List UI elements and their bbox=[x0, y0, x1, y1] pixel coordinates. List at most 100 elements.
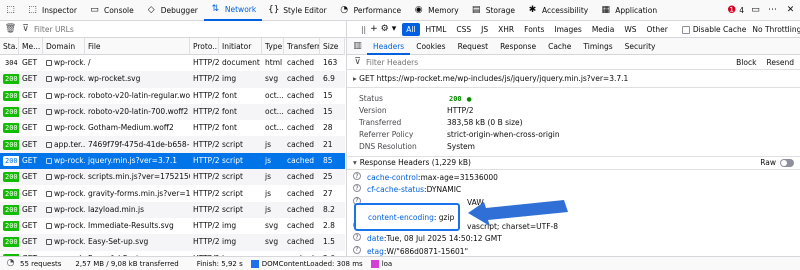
table-row[interactable]: 200GET wp-rock...wp-rocket.svg HTTP/2img sv… bbox=[0, 71, 345, 88]
settings-gear-icon[interactable]: ⚙ bbox=[381, 24, 389, 35]
summary-key: DNS Resolution bbox=[359, 142, 417, 151]
column-header-proto[interactable]: Proto... bbox=[190, 38, 219, 55]
tool-tab-inspector[interactable]: ⬚ Inspector bbox=[21, 0, 83, 21]
column-header-sta[interactable]: Sta... bbox=[0, 38, 19, 55]
response-headers-header[interactable]: ▾ Response Headers (1,229 kB) Raw bbox=[347, 156, 800, 170]
table-row[interactable]: 200GET wp-rock...lazyload.min.js HTTP/2scr… bbox=[0, 201, 345, 218]
overflow-menu-button[interactable]: ⋯ bbox=[764, 0, 781, 21]
type-filter-ws[interactable]: WS bbox=[620, 23, 640, 36]
sidebar-toggle-icon[interactable]: ▥ bbox=[352, 41, 363, 52]
type-filter-media[interactable]: Media bbox=[588, 23, 619, 36]
cell-proto: HTTP/2 bbox=[193, 107, 219, 117]
tool-tab-application[interactable]: ▦ Application bbox=[594, 0, 663, 21]
cell-proto: HTTP/2 bbox=[193, 237, 219, 247]
add-request-icon[interactable]: + bbox=[370, 24, 378, 35]
table-row[interactable]: 200GET wp-rock...Immediate-Results.svg HTT… bbox=[0, 218, 345, 234]
raw-toggle[interactable] bbox=[780, 159, 794, 167]
type-filter-images[interactable]: Images bbox=[550, 23, 585, 36]
tool-tab-memory[interactable]: ◉ Memory bbox=[407, 0, 465, 21]
summary-key: Transferred bbox=[359, 118, 402, 127]
column-header-size[interactable]: Size bbox=[320, 38, 345, 55]
devtools-toolbar: ⬚ ⬚ Inspector ▭ Console ◇ Debugger ⇅ Network{} S… bbox=[0, 0, 800, 21]
cell-proto: HTTP/2 bbox=[193, 188, 219, 198]
cell-type: oct... bbox=[265, 107, 284, 117]
type-filter-xhr[interactable]: XHR bbox=[494, 23, 518, 36]
url-filter-input[interactable] bbox=[34, 24, 314, 34]
cell-proto: HTTP/2 bbox=[193, 58, 219, 68]
cell-initiator: script bbox=[222, 139, 243, 149]
cell-size: 85 bbox=[323, 155, 333, 165]
status-badge: 200 bbox=[3, 172, 19, 183]
tab-cookies[interactable]: Cookies bbox=[410, 38, 451, 55]
column-header-file[interactable]: File bbox=[85, 38, 190, 55]
tool-tab-style-editor[interactable]: {} Style Editor bbox=[262, 0, 332, 21]
element-picker-button[interactable]: ⬚ bbox=[0, 0, 21, 21]
type-filter-js[interactable]: JS bbox=[477, 23, 492, 36]
tab-security[interactable]: Security bbox=[619, 38, 662, 55]
cell-initiator: font bbox=[222, 107, 237, 117]
cell-initiator: font bbox=[222, 90, 237, 100]
type-filter-all[interactable]: All bbox=[402, 22, 420, 36]
header-name: date bbox=[367, 234, 384, 244]
type-filter-html[interactable]: HTML bbox=[422, 23, 451, 36]
tab-headers[interactable]: Headers bbox=[367, 38, 411, 55]
tool-tab-debugger[interactable]: ◇ Debugger bbox=[140, 0, 204, 21]
block-button[interactable]: Block bbox=[736, 58, 756, 67]
har-menu-icon[interactable]: ▾ bbox=[392, 24, 397, 35]
header-row: ? etag: W/"686d0871-15601" bbox=[347, 245, 800, 256]
help-icon[interactable]: ? bbox=[353, 245, 361, 254]
tab-cache[interactable]: Cache bbox=[542, 38, 577, 55]
dock-button[interactable]: ▭ bbox=[747, 0, 764, 21]
table-row[interactable]: 200GET wp-rock...scripts.min.js?ver=17521… bbox=[0, 169, 345, 186]
column-header-initiator[interactable]: Initiator bbox=[219, 38, 262, 55]
table-row[interactable]: 200GET wp-rock...gravity-forms.min.js?ver… bbox=[0, 185, 345, 201]
type-filter-pills: All HTML CSS JS XHR Fonts Images Media WS Other bbox=[402, 22, 674, 36]
tool-tab-network[interactable]: ⇅ Network bbox=[203, 0, 263, 21]
table-row[interactable]: 200GET wp-rock...jquery.min.js?ver=3.7.1 H… bbox=[0, 152, 345, 170]
pause-icon[interactable]: || bbox=[361, 25, 366, 34]
request-line-text: GET https://wp-rocket.me/wp-includes/js/… bbox=[359, 74, 629, 83]
throttling-select[interactable]: No Throttling ▾ bbox=[752, 25, 800, 34]
tab-timings[interactable]: Timings bbox=[577, 38, 618, 55]
header-name: cache-control bbox=[367, 173, 418, 182]
table-row[interactable]: 200 GET app.ter... 7469f79f-475d-41de-b658-… bbox=[0, 136, 345, 153]
column-header-type[interactable]: Type bbox=[262, 38, 284, 55]
cell-transferred: cached bbox=[287, 139, 314, 149]
column-header-transferred[interactable]: Transferred bbox=[284, 38, 320, 55]
tab-request[interactable]: Request bbox=[452, 38, 494, 55]
status-badge: 304 bbox=[5, 59, 18, 68]
help-icon[interactable]: ? bbox=[353, 184, 361, 193]
help-icon[interactable]: ? bbox=[353, 172, 361, 180]
disable-cache-checkbox[interactable]: Disable Cache bbox=[681, 25, 746, 34]
type-filter-fonts[interactable]: Fonts bbox=[520, 23, 548, 36]
tab-response[interactable]: Response bbox=[494, 38, 542, 55]
tool-tab-accessibility[interactable]: ✱ Accessibility bbox=[521, 0, 594, 21]
resend-button[interactable]: Resend bbox=[766, 58, 794, 67]
cell-status: 200 bbox=[0, 71, 19, 87]
cell-transferred: cached bbox=[287, 221, 314, 231]
tool-tab-performance[interactable]: ◔ Performance bbox=[333, 0, 408, 21]
table-row[interactable]: 304 GET wp-rock.../ HTTP/2document html cache… bbox=[0, 55, 345, 71]
cell-initiator: script bbox=[222, 188, 243, 198]
column-header-me[interactable]: Me... bbox=[19, 38, 43, 55]
type-filter-other[interactable]: Other bbox=[643, 23, 672, 36]
header-value: DYNAMIC bbox=[426, 185, 462, 195]
cell-size: 2.8 bbox=[323, 221, 335, 231]
error-count[interactable]: ❶ 4 bbox=[723, 0, 747, 21]
tool-tab-console[interactable]: ▭ Console bbox=[83, 0, 140, 21]
tool-tab-storage[interactable]: ▤ Storage bbox=[465, 0, 521, 21]
filter-headers-input[interactable] bbox=[366, 57, 666, 67]
table-row[interactable]: 200GET wp-rock...roboto-v20-latin-700.wof… bbox=[0, 103, 345, 121]
type-filter-css[interactable]: CSS bbox=[452, 23, 475, 36]
cell-method: GET bbox=[22, 107, 38, 117]
tool-tab-label: Inspector bbox=[42, 5, 77, 15]
table-row[interactable]: 200GET wp-rock...roboto-v20-latin-regular… bbox=[0, 88, 345, 104]
help-icon[interactable]: ? bbox=[353, 233, 361, 242]
close-devtools-button[interactable]: ✕ bbox=[781, 0, 800, 21]
column-header-domain[interactable]: Domain bbox=[43, 38, 85, 55]
cell-domain: wp-rock... bbox=[43, 186, 85, 202]
dock-icon: ▭ bbox=[751, 4, 760, 15]
table-row[interactable]: 200GET wp-rock...Easy-Set-up.svg HTTP/2img… bbox=[0, 234, 345, 251]
trash-icon[interactable]: 🗑 bbox=[5, 24, 16, 35]
table-row[interactable]: 200GET wp-rock...Gotham-Medium.woff2 HTTP/… bbox=[0, 120, 345, 136]
